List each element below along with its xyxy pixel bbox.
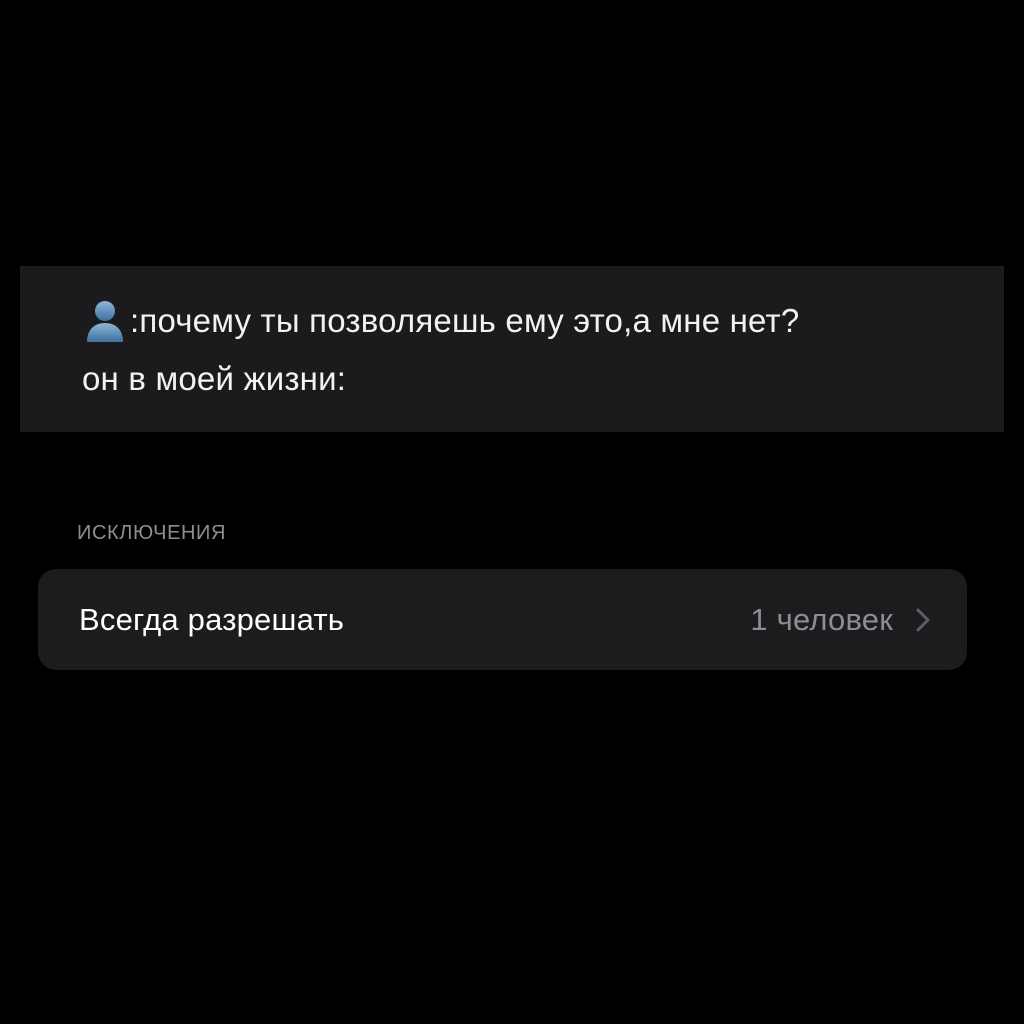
caption-text-line-2: он в моей жизни: [82,360,347,397]
caption-line-2: он в моей жизни: [82,350,964,408]
always-allow-row[interactable]: Всегда разрешать 1 человек [38,569,967,670]
caption-text-line-1: :почему ты позволяешь ему это,а мне нет? [130,302,800,339]
always-allow-detail: 1 человек [750,602,931,638]
caption-panel: :почему ты позволяешь ему это,а мне нет?… [20,266,1004,432]
always-allow-label: Всегда разрешать [79,601,345,637]
caption-line-1: :почему ты позволяешь ему это,а мне нет? [84,292,964,350]
person-silhouette-icon [87,301,123,342]
always-allow-count: 1 человек [750,601,893,637]
chevron-right-icon [916,608,930,631]
section-header-exceptions: ИСКЛЮЧЕНИЯ [77,522,227,544]
